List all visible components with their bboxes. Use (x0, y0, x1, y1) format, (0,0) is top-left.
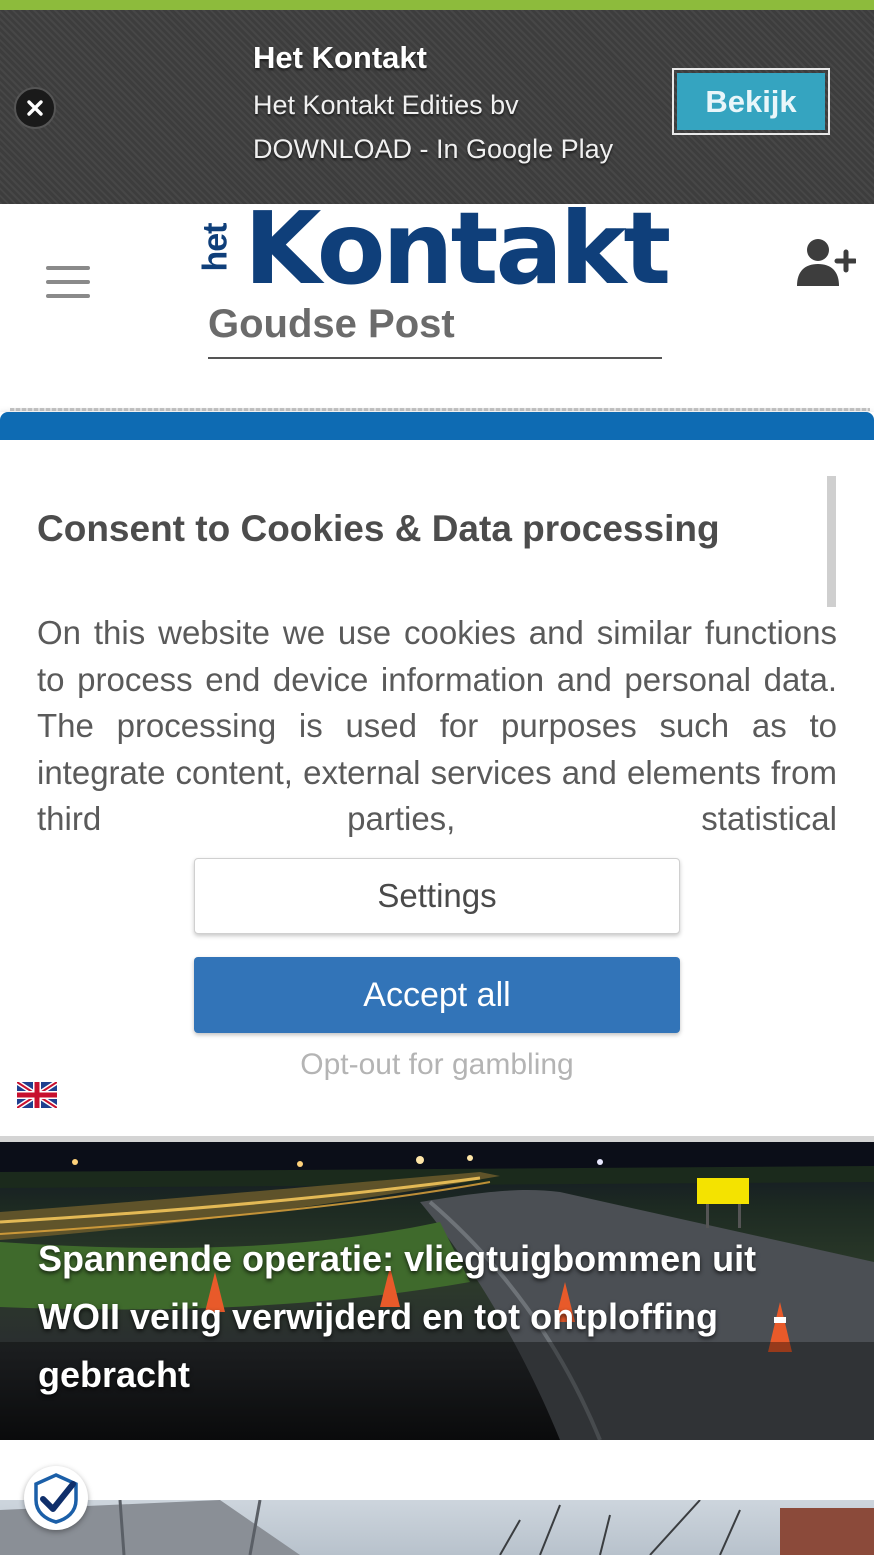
hero-article-title: Spannende operatie: vliegtuigbommen uit … (38, 1238, 757, 1395)
divider (10, 408, 870, 411)
dialog-title: Consent to Cookies & Data processing (37, 508, 720, 549)
uk-flag-icon[interactable] (17, 1082, 57, 1108)
hamburger-icon[interactable] (46, 266, 90, 300)
next-article-image[interactable] (0, 1500, 874, 1555)
site-logo[interactable]: het Kontakt Goudse Post (197, 190, 671, 360)
dialog-top-bar (0, 412, 874, 440)
dialog-body-text: On this website we use cookies and simil… (37, 614, 837, 837)
banner-app-title: Het Kontakt (253, 40, 427, 75)
logo-name: Kontakt (244, 190, 671, 307)
site-header: het Kontakt Goudse Post (0, 190, 874, 360)
banner-download-text: DOWNLOAD - In Google Play (253, 134, 614, 164)
banner-view-button[interactable]: Bekijk (672, 68, 830, 135)
hero-article[interactable]: Spannende operatie: vliegtuigbommen uit … (0, 1142, 874, 1440)
page: Het Kontakt Het Kontakt Edities bv DOWNL… (0, 0, 874, 1555)
top-accent-bar (0, 0, 874, 10)
consent-check-icon[interactable] (24, 1466, 88, 1530)
logo-subtitle: Goudse Post (208, 302, 455, 346)
cookie-consent-dialog: Consent to Cookies & Data processing On … (0, 412, 874, 1142)
logo-underline (208, 357, 662, 359)
content-peek (0, 360, 874, 412)
settings-button[interactable]: Settings (194, 858, 680, 934)
accept-all-button[interactable]: Accept all (194, 957, 680, 1033)
banner-view-button-label: Bekijk (677, 73, 825, 130)
close-icon[interactable] (14, 87, 56, 129)
dialog-scrollbar[interactable] (827, 476, 836, 607)
logo-prefix-text: het (196, 223, 235, 272)
gambling-optout-link[interactable]: Opt-out for gambling (194, 1048, 680, 1082)
next-article-photo (0, 1500, 874, 1555)
banner-publisher: Het Kontakt Edities bv (253, 90, 519, 120)
app-install-banner: Het Kontakt Het Kontakt Edities bv DOWNL… (0, 10, 874, 204)
user-plus-icon[interactable] (796, 238, 856, 288)
spacer (0, 1440, 874, 1500)
